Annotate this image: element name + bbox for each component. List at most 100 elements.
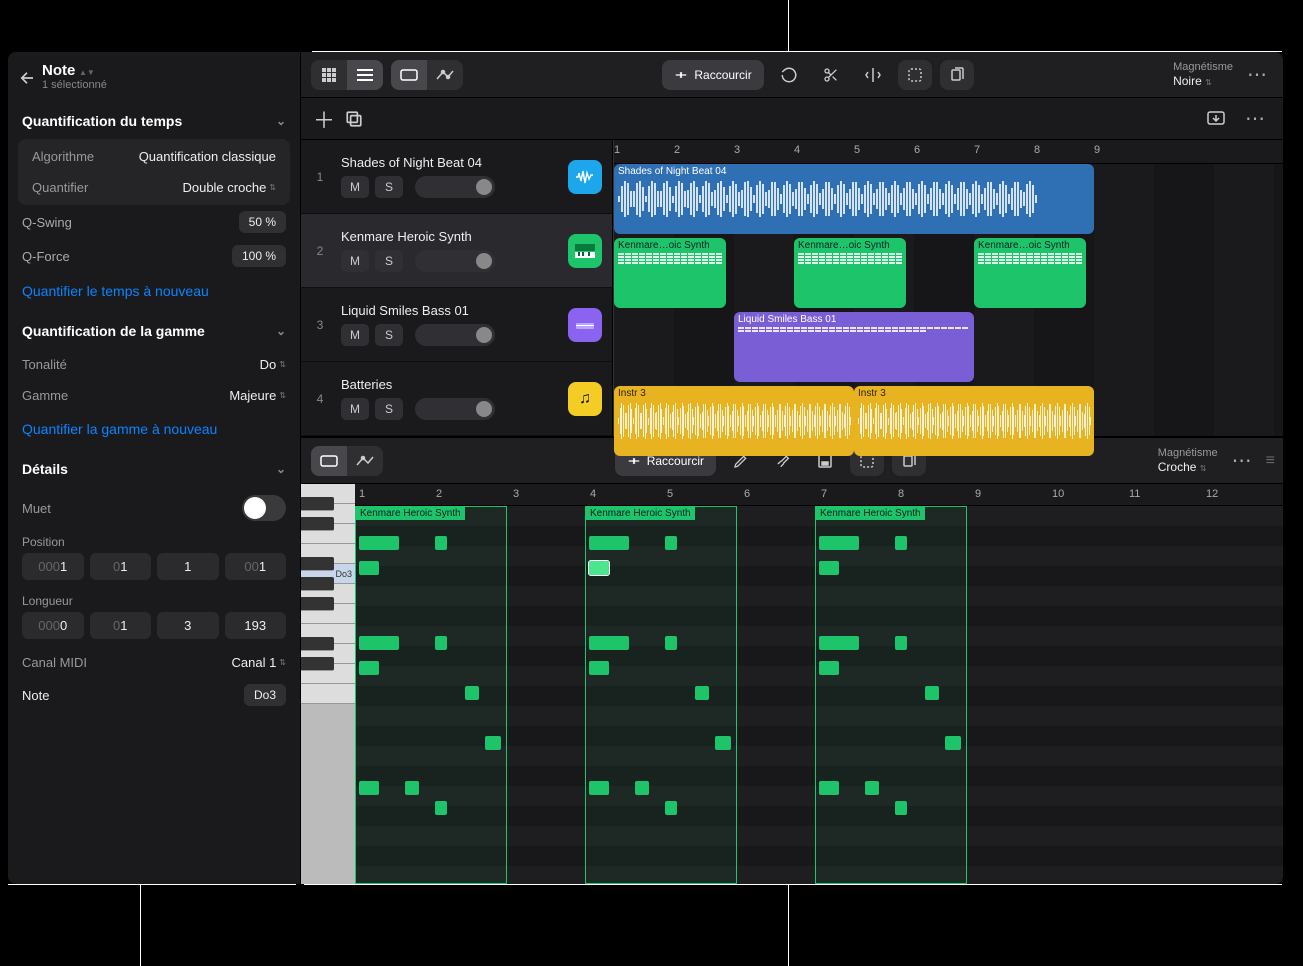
- import-icon[interactable]: [1207, 111, 1225, 127]
- volume-slider[interactable]: [415, 176, 495, 198]
- volume-slider[interactable]: [415, 398, 495, 420]
- midi-note[interactable]: [359, 661, 379, 675]
- mute-button[interactable]: M: [341, 250, 369, 272]
- len-div[interactable]: 3: [157, 612, 219, 639]
- region-audio[interactable]: Instr 3: [614, 386, 854, 456]
- section-scale-quant[interactable]: Quantification de la gamme ⌄: [8, 309, 300, 349]
- back-arrow-icon[interactable]: [18, 67, 36, 87]
- arrange-ruler[interactable]: 123456789: [614, 140, 1283, 164]
- midi-note[interactable]: [895, 636, 907, 650]
- list-view-icon[interactable]: [347, 60, 383, 90]
- midi-note[interactable]: [819, 781, 839, 795]
- midi-note[interactable]: [819, 561, 839, 575]
- drag-handle-icon[interactable]: ≡: [1266, 452, 1273, 470]
- solo-button[interactable]: S: [375, 398, 403, 420]
- track-row[interactable]: 1 Shades of Night Beat 04 M S: [301, 140, 612, 214]
- editor-snap-control[interactable]: Magnétisme Croche ⇅: [1158, 447, 1218, 474]
- pos-beat[interactable]: 01: [90, 553, 152, 580]
- midi-note[interactable]: [945, 736, 961, 750]
- midi-note[interactable]: [589, 661, 609, 675]
- section-time-quant[interactable]: Quantification du temps ⌄: [8, 99, 300, 139]
- solo-button[interactable]: S: [375, 250, 403, 272]
- len-beat[interactable]: 01: [90, 612, 152, 639]
- midi-note[interactable]: [715, 736, 731, 750]
- midi-note[interactable]: [635, 781, 649, 795]
- midi-note[interactable]: [819, 661, 839, 675]
- synth-track-icon[interactable]: [568, 234, 602, 268]
- drums-track-icon[interactable]: ♫: [568, 382, 602, 416]
- region-midi[interactable]: Kenmare…oic Synth: [614, 238, 726, 308]
- midi-note[interactable]: [359, 781, 379, 795]
- midi-note[interactable]: [695, 686, 709, 700]
- marquee-icon[interactable]: [898, 60, 932, 90]
- midi-note[interactable]: [465, 686, 479, 700]
- qswing-value[interactable]: 50 %: [239, 211, 286, 233]
- mute-button[interactable]: M: [341, 176, 369, 198]
- pos-bar[interactable]: 00000011: [22, 553, 84, 580]
- row-scale[interactable]: Gamme Majeure⇅: [8, 380, 300, 411]
- midi-note[interactable]: [925, 686, 939, 700]
- region-midi[interactable]: Kenmare…oic Synth: [794, 238, 906, 308]
- piano-grid[interactable]: Kenmare Heroic Synth Kenmare Heroic Synt…: [355, 506, 1283, 884]
- len-tick[interactable]: 193: [225, 612, 287, 639]
- add-track-icon[interactable]: ＋: [313, 103, 335, 135]
- chevron-updown-icon[interactable]: ▲▼: [79, 68, 95, 77]
- tool-pill[interactable]: Raccourcir: [662, 60, 763, 90]
- midi-note[interactable]: [405, 781, 419, 795]
- midi-note[interactable]: [665, 536, 677, 550]
- track-row[interactable]: 4 Batteries M S ♫: [301, 362, 612, 436]
- midi-note[interactable]: [435, 536, 447, 550]
- region-audio[interactable]: Shades of Night Beat 04: [614, 164, 1094, 234]
- snap-control[interactable]: Magnétisme Noire ⇅: [1173, 61, 1233, 88]
- row-algorithm[interactable]: Algorithme Quantification classique: [18, 141, 290, 172]
- row-key[interactable]: Tonalité Do⇅: [8, 349, 300, 380]
- section-details[interactable]: Détails ⌄: [8, 447, 300, 487]
- region-view-icon[interactable]: [391, 60, 427, 90]
- midi-note[interactable]: [819, 536, 859, 550]
- automation-view-icon[interactable]: [427, 60, 463, 90]
- midi-note[interactable]: [819, 636, 859, 650]
- region-audio[interactable]: Instr 3: [854, 386, 1094, 456]
- split-icon[interactable]: [856, 60, 890, 90]
- midi-note[interactable]: [589, 561, 609, 575]
- track-more-icon[interactable]: ⋯: [1239, 106, 1271, 131]
- midi-note[interactable]: [359, 561, 379, 575]
- requantize-time-button[interactable]: Quantifier le temps à nouveau: [8, 273, 300, 309]
- more-icon[interactable]: ⋯: [1241, 62, 1273, 87]
- pos-tick[interactable]: 001: [225, 553, 287, 580]
- note-value[interactable]: Do3: [244, 684, 286, 706]
- len-bar[interactable]: 0000: [22, 612, 84, 639]
- mute-button[interactable]: M: [341, 398, 369, 420]
- midi-note[interactable]: [895, 801, 907, 815]
- track-row[interactable]: 2 Kenmare Heroic Synth M S: [301, 214, 612, 288]
- midi-note[interactable]: [665, 801, 677, 815]
- row-midi-channel[interactable]: Canal MIDI Canal 1⇅: [8, 647, 300, 678]
- automation-view-icon[interactable]: [347, 446, 383, 476]
- duplicate-track-icon[interactable]: [345, 110, 363, 128]
- midi-note[interactable]: [435, 801, 447, 815]
- midi-note[interactable]: [485, 736, 501, 750]
- audio-track-icon[interactable]: [568, 160, 602, 194]
- region-view-icon[interactable]: [311, 446, 347, 476]
- mute-button[interactable]: M: [341, 324, 369, 346]
- inspector-header[interactable]: Note ▲▼ 1 sélectionné: [8, 52, 300, 99]
- midi-note[interactable]: [665, 636, 677, 650]
- requantize-scale-button[interactable]: Quantifier la gamme à nouveau: [8, 411, 300, 447]
- loop-icon[interactable]: [772, 60, 806, 90]
- track-row[interactable]: 3 Liquid Smiles Bass 01 M S: [301, 288, 612, 362]
- midi-note[interactable]: [589, 536, 629, 550]
- midi-note[interactable]: [589, 636, 629, 650]
- editor-more-icon[interactable]: ⋯: [1226, 448, 1258, 473]
- midi-note[interactable]: [589, 781, 609, 795]
- bass-track-icon[interactable]: [568, 308, 602, 342]
- scissors-icon[interactable]: [814, 60, 848, 90]
- grid-view-icon[interactable]: [311, 60, 347, 90]
- pos-div[interactable]: 1: [157, 553, 219, 580]
- row-quantize[interactable]: Quantifier Double croche⇅: [18, 172, 290, 203]
- solo-button[interactable]: S: [375, 176, 403, 198]
- midi-note[interactable]: [865, 781, 879, 795]
- region-midi[interactable]: Kenmare…oic Synth: [974, 238, 1086, 308]
- piano-ruler[interactable]: 123456789101112: [355, 484, 1283, 506]
- piano-keyboard[interactable]: Do3: [301, 484, 355, 884]
- volume-slider[interactable]: [415, 250, 495, 272]
